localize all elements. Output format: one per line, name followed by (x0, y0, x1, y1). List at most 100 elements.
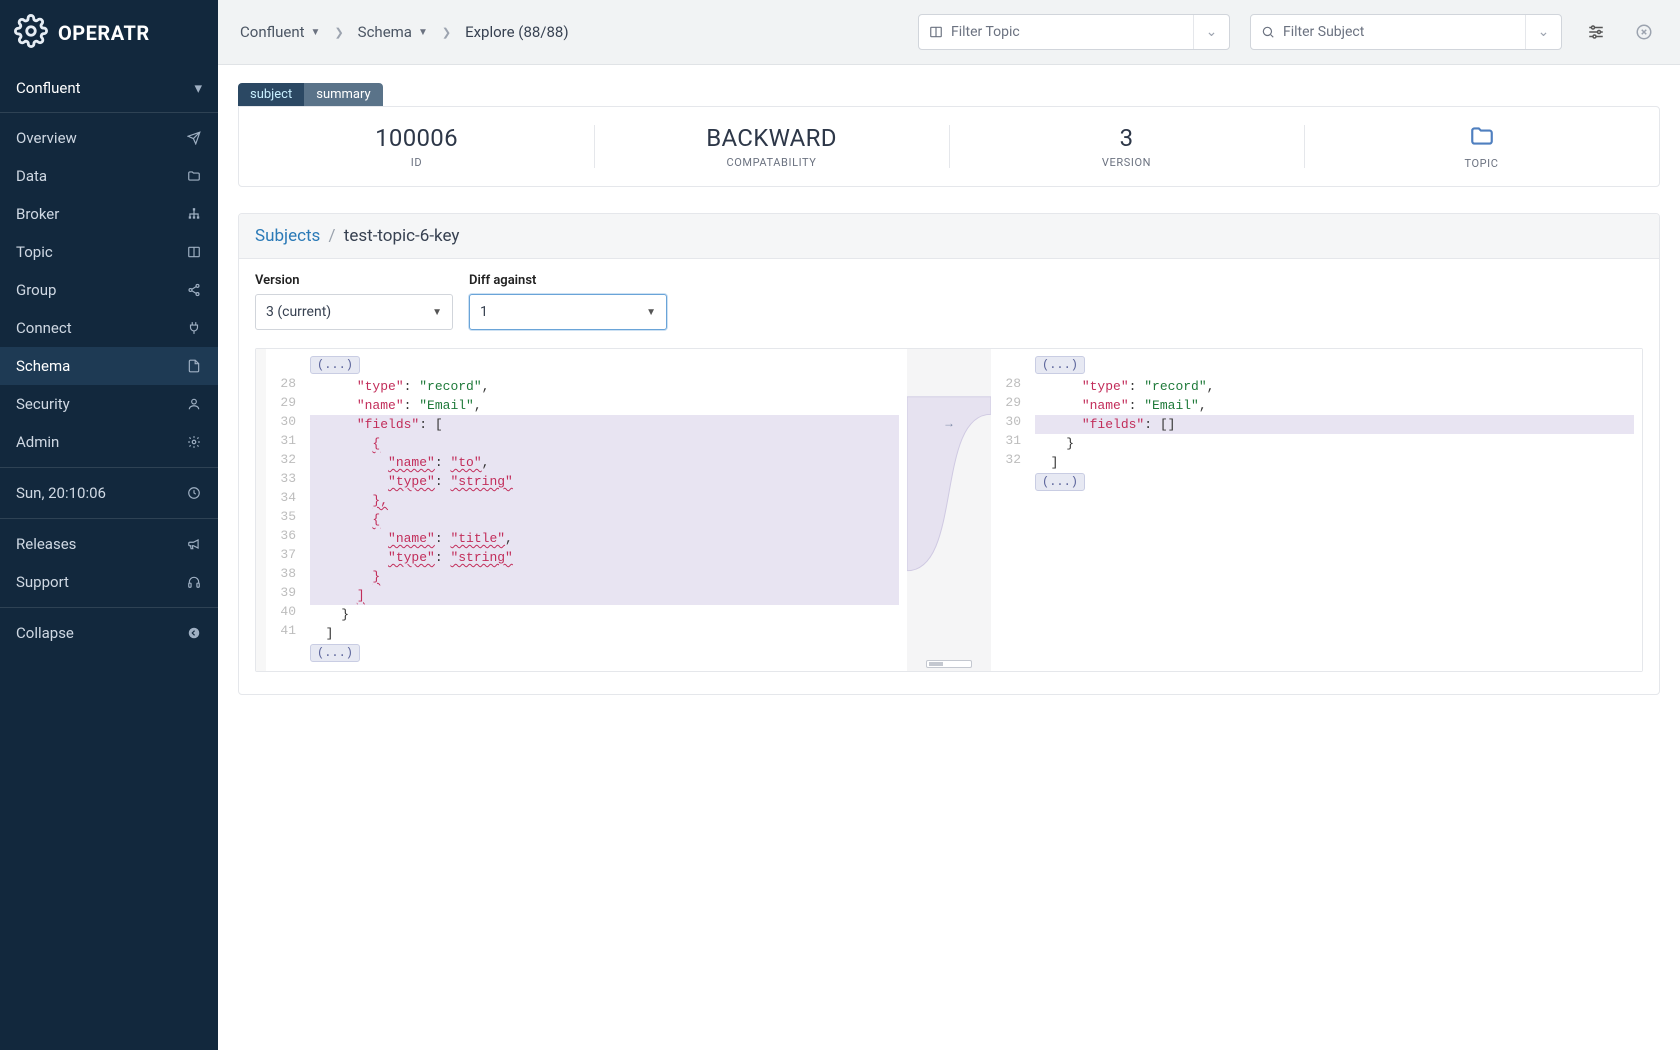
breadcrumb-section[interactable]: Schema ▼ (358, 23, 428, 41)
bullhorn-icon (186, 536, 202, 552)
clock-text: Sun, 20:10:06 (16, 484, 186, 502)
caret-down-icon: ▼ (418, 27, 428, 38)
subject-header: Subjects / test-topic-6-key (239, 214, 1659, 259)
diff-overview-scrollbar[interactable] (926, 660, 972, 668)
version-control: Version 3 (current) ▼ (255, 273, 453, 330)
sidebar-item-security[interactable]: Security (0, 385, 218, 423)
code-line: } (310, 567, 899, 586)
filter-subject-select[interactable]: Filter Subject ⌄ (1250, 14, 1562, 50)
sidebar: OPERATR Confluent ▾ Overview Data Broker To… (0, 0, 218, 1050)
collapse-section: Collapse (0, 608, 218, 658)
code-line: "name": "Email", (310, 396, 899, 415)
code-line: "type": "record", (1035, 377, 1634, 396)
code-line: { (310, 434, 899, 453)
code-line: "fields": [] (1035, 415, 1634, 434)
code-line: ] (310, 586, 899, 605)
close-circle-icon[interactable] (1630, 18, 1658, 46)
diff-connector: → (907, 349, 991, 671)
version-controls: Version 3 (current) ▼ Diff against 1 ▼ (239, 259, 1659, 348)
code-line: }, (310, 491, 899, 510)
chevron-right-icon: ❯ (442, 26, 451, 39)
sidebar-item-data[interactable]: Data (0, 157, 218, 195)
brand[interactable]: OPERATR (0, 0, 218, 65)
sidebar-item-admin[interactable]: Admin (0, 423, 218, 461)
diff-dropdown[interactable]: 1 ▼ (469, 294, 667, 330)
code-right: (...) "type": "record", "name": "Email",… (1027, 349, 1642, 671)
gear-logo-icon (14, 14, 48, 52)
code-line: "type": "record", (310, 377, 899, 396)
sidebar-item-schema[interactable]: Schema (0, 347, 218, 385)
code-line: "type": "string" (310, 472, 899, 491)
breadcrumb-cluster[interactable]: Confluent ▼ (240, 23, 320, 41)
arrow-right-icon: → (945, 415, 952, 434)
diff-pane-right[interactable]: 2829303132 (...) "type": "record", "name… (991, 349, 1642, 671)
brand-name: OPERATR (58, 21, 150, 45)
code-line: "type": "string" (310, 548, 899, 567)
sidebar-item-releases[interactable]: Releases (0, 525, 218, 563)
collapse-button[interactable]: Collapse (0, 614, 218, 652)
tab-subject[interactable]: subject (238, 83, 304, 106)
line-numbers-left: 2829303132333435363738394041 (266, 349, 302, 671)
headphones-icon (186, 574, 202, 590)
sidebar-item-group[interactable]: Group (0, 271, 218, 309)
subjects-link[interactable]: Subjects (255, 226, 320, 246)
cluster-selector[interactable]: Confluent ▾ (0, 65, 218, 112)
caret-down-icon: ▼ (432, 307, 442, 318)
slash-separator: / (329, 226, 336, 246)
search-icon (1261, 25, 1275, 39)
code-line: "name": "title", (310, 529, 899, 548)
secondary-nav: Sun, 20:10:06 (0, 468, 218, 518)
version-dropdown[interactable]: 3 (current) ▼ (255, 294, 453, 330)
summary-topic-label: TOPIC (1464, 157, 1498, 170)
caret-down-icon: ▼ (646, 307, 656, 318)
extra-nav: Releases Support (0, 519, 218, 607)
sidebar-item-label: Connect (16, 319, 186, 337)
fold-indicator[interactable]: (...) (310, 356, 360, 374)
fold-indicator[interactable]: (...) (310, 644, 360, 662)
fold-indicator[interactable]: (...) (1035, 356, 1085, 374)
collapse-label: Collapse (16, 624, 186, 642)
code-line: } (310, 605, 899, 624)
chevron-down-icon[interactable]: ⌄ (1525, 15, 1561, 49)
summary-id: 100006 ID (239, 107, 594, 186)
version-label: Version (255, 273, 453, 288)
diff-pane-left[interactable]: 2829303132333435363738394041 (...) "type… (256, 349, 907, 671)
sidebar-item-label: Security (16, 395, 186, 413)
sidebar-item-label: Support (16, 573, 186, 591)
summary-topic[interactable]: TOPIC (1304, 107, 1659, 186)
sidebar-item-label: Overview (16, 129, 186, 147)
tab-summary[interactable]: summary (304, 83, 382, 106)
columns-icon (186, 244, 202, 260)
user-icon (186, 396, 202, 412)
sidebar-item-connect[interactable]: Connect (0, 309, 218, 347)
filter-topic-select[interactable]: Filter Topic ⌄ (918, 14, 1230, 50)
fold-indicator[interactable]: (...) (1035, 473, 1085, 491)
code-line: "name": "Email", (1035, 396, 1634, 415)
sidebar-item-overview[interactable]: Overview (0, 119, 218, 157)
topbar: Confluent ▼ ❯ Schema ▼ ❯ Explore (88/88)… (218, 0, 1680, 65)
summary-compat: BACKWARD COMPATABILITY (594, 107, 949, 186)
share-icon (186, 282, 202, 298)
sidebar-item-label: Topic (16, 243, 186, 261)
summary-id-value: 100006 (375, 124, 458, 152)
chevron-down-icon[interactable]: ⌄ (1193, 15, 1229, 49)
summary-version: 3 VERSION (949, 107, 1304, 186)
chevron-left-circle-icon (186, 625, 202, 641)
card-tabs: subject summary (238, 83, 1660, 106)
sidebar-item-label: Data (16, 167, 186, 185)
sidebar-item-label: Admin (16, 433, 186, 451)
main-nav: Overview Data Broker Topic Group Connect Schem… (0, 113, 218, 467)
settings-sliders-icon[interactable] (1582, 18, 1610, 46)
diff-label: Diff against (469, 273, 667, 288)
summary-id-label: ID (411, 156, 422, 169)
sidebar-item-label: Releases (16, 535, 186, 553)
code-line: } (1035, 434, 1634, 453)
plug-icon (186, 320, 202, 336)
subject-card: Subjects / test-topic-6-key Version 3 (c… (238, 213, 1660, 695)
sidebar-item-support[interactable]: Support (0, 563, 218, 601)
code-line: ] (310, 624, 899, 643)
summary-card: 100006 ID BACKWARD COMPATABILITY 3 VERSI… (238, 106, 1660, 187)
sidebar-item-broker[interactable]: Broker (0, 195, 218, 233)
sidebar-item-topic[interactable]: Topic (0, 233, 218, 271)
paper-plane-icon (186, 130, 202, 146)
